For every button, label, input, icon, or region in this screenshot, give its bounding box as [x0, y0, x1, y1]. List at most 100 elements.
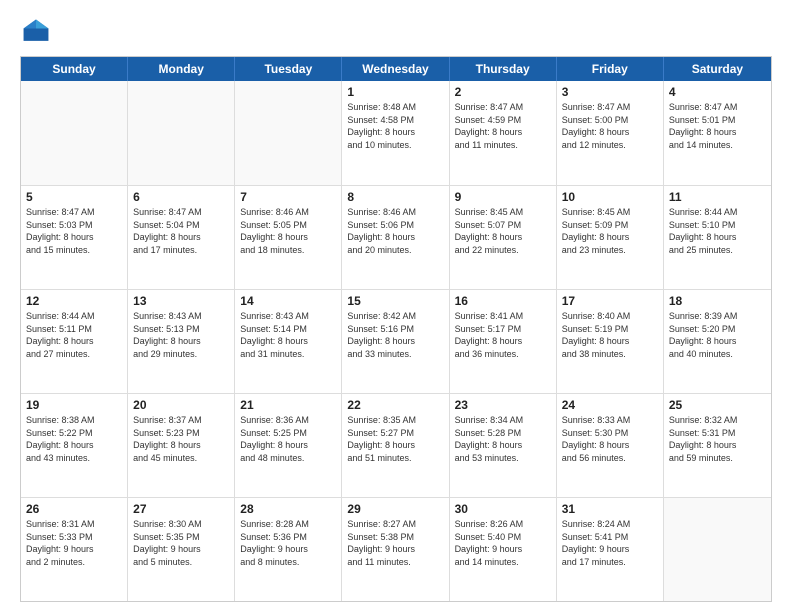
- day-cell-28: 28 Sunrise: 8:28 AM Sunset: 5:36 PM Dayli…: [235, 498, 342, 601]
- day-cell-3: 3 Sunrise: 8:47 AM Sunset: 5:00 PM Daylig…: [557, 81, 664, 185]
- day-number: 17: [562, 294, 658, 308]
- day-cell-10: 10 Sunrise: 8:45 AM Sunset: 5:09 PM Dayli…: [557, 186, 664, 289]
- day-info: Sunrise: 8:27 AM Sunset: 5:38 PM Dayligh…: [347, 518, 443, 568]
- day-info: Sunrise: 8:31 AM Sunset: 5:33 PM Dayligh…: [26, 518, 122, 568]
- calendar-row-2: 12Sunrise: 8:44 AM Sunset: 5:11 PM Dayli…: [21, 289, 771, 393]
- day-cell-6: 6 Sunrise: 8:47 AM Sunset: 5:04 PM Daylig…: [128, 186, 235, 289]
- day-number: 14: [240, 294, 336, 308]
- day-number: 9: [455, 190, 551, 204]
- calendar-row-4: 26 Sunrise: 8:31 AM Sunset: 5:33 PM Dayli…: [21, 497, 771, 601]
- header-day-tuesday: Tuesday: [235, 57, 342, 81]
- day-number: 23: [455, 398, 551, 412]
- day-cell-8: 8 Sunrise: 8:46 AM Sunset: 5:06 PM Daylig…: [342, 186, 449, 289]
- day-number: 6: [133, 190, 229, 204]
- day-cell-11: 11 Sunrise: 8:44 AM Sunset: 5:10 PM Dayli…: [664, 186, 771, 289]
- day-info: Sunrise: 8:32 AM Sunset: 5:31 PM Dayligh…: [669, 414, 766, 464]
- day-info: Sunrise: 8:45 AM Sunset: 5:07 PM Dayligh…: [455, 206, 551, 256]
- day-cell-7: 7 Sunrise: 8:46 AM Sunset: 5:05 PM Daylig…: [235, 186, 342, 289]
- header-day-friday: Friday: [557, 57, 664, 81]
- day-cell-12: 12Sunrise: 8:44 AM Sunset: 5:11 PM Dayli…: [21, 290, 128, 393]
- day-cell-5: 5 Sunrise: 8:47 AM Sunset: 5:03 PM Daylig…: [21, 186, 128, 289]
- day-number: 21: [240, 398, 336, 412]
- day-info: Sunrise: 8:47 AM Sunset: 4:59 PM Dayligh…: [455, 101, 551, 151]
- header-day-wednesday: Wednesday: [342, 57, 449, 81]
- day-info: Sunrise: 8:47 AM Sunset: 5:00 PM Dayligh…: [562, 101, 658, 151]
- day-cell-15: 15Sunrise: 8:42 AM Sunset: 5:16 PM Dayli…: [342, 290, 449, 393]
- day-number: 31: [562, 502, 658, 516]
- day-info: Sunrise: 8:30 AM Sunset: 5:35 PM Dayligh…: [133, 518, 229, 568]
- calendar-row-3: 19 Sunrise: 8:38 AM Sunset: 5:22 PM Dayli…: [21, 393, 771, 497]
- day-number: 30: [455, 502, 551, 516]
- day-cell-2: 2 Sunrise: 8:47 AM Sunset: 4:59 PM Daylig…: [450, 81, 557, 185]
- day-cell-13: 13Sunrise: 8:43 AM Sunset: 5:13 PM Dayli…: [128, 290, 235, 393]
- day-cell-4: 4 Sunrise: 8:47 AM Sunset: 5:01 PM Daylig…: [664, 81, 771, 185]
- logo-icon: [20, 16, 52, 48]
- day-number: 11: [669, 190, 766, 204]
- day-number: 1: [347, 85, 443, 99]
- day-number: 3: [562, 85, 658, 99]
- day-info: Sunrise: 8:39 AM Sunset: 5:20 PM Dayligh…: [669, 310, 766, 360]
- day-number: 28: [240, 502, 336, 516]
- day-cell-14: 14Sunrise: 8:43 AM Sunset: 5:14 PM Dayli…: [235, 290, 342, 393]
- day-cell-26: 26 Sunrise: 8:31 AM Sunset: 5:33 PM Dayli…: [21, 498, 128, 601]
- day-number: 20: [133, 398, 229, 412]
- day-info: Sunrise: 8:36 AM Sunset: 5:25 PM Dayligh…: [240, 414, 336, 464]
- page: SundayMondayTuesdayWednesdayThursdayFrid…: [0, 0, 792, 612]
- day-number: 16: [455, 294, 551, 308]
- logo: [20, 16, 56, 48]
- day-cell-19: 19 Sunrise: 8:38 AM Sunset: 5:22 PM Dayli…: [21, 394, 128, 497]
- day-number: 10: [562, 190, 658, 204]
- day-info: Sunrise: 8:48 AM Sunset: 4:58 PM Dayligh…: [347, 101, 443, 151]
- day-info: Sunrise: 8:47 AM Sunset: 5:01 PM Dayligh…: [669, 101, 766, 151]
- empty-cell-0-1: [128, 81, 235, 185]
- day-number: 24: [562, 398, 658, 412]
- day-info: Sunrise: 8:33 AM Sunset: 5:30 PM Dayligh…: [562, 414, 658, 464]
- day-cell-21: 21 Sunrise: 8:36 AM Sunset: 5:25 PM Dayli…: [235, 394, 342, 497]
- day-number: 27: [133, 502, 229, 516]
- day-cell-17: 17Sunrise: 8:40 AM Sunset: 5:19 PM Dayli…: [557, 290, 664, 393]
- day-number: 2: [455, 85, 551, 99]
- day-cell-18: 18 Sunrise: 8:39 AM Sunset: 5:20 PM Dayli…: [664, 290, 771, 393]
- day-info: Sunrise: 8:45 AM Sunset: 5:09 PM Dayligh…: [562, 206, 658, 256]
- day-info: Sunrise: 8:47 AM Sunset: 5:03 PM Dayligh…: [26, 206, 122, 256]
- day-info: Sunrise: 8:28 AM Sunset: 5:36 PM Dayligh…: [240, 518, 336, 568]
- day-cell-24: 24 Sunrise: 8:33 AM Sunset: 5:30 PM Dayli…: [557, 394, 664, 497]
- day-cell-31: 31 Sunrise: 8:24 AM Sunset: 5:41 PM Dayli…: [557, 498, 664, 601]
- day-info: Sunrise: 8:38 AM Sunset: 5:22 PM Dayligh…: [26, 414, 122, 464]
- day-info: Sunrise: 8:34 AM Sunset: 5:28 PM Dayligh…: [455, 414, 551, 464]
- day-info: Sunrise: 8:44 AM Sunset: 5:10 PM Dayligh…: [669, 206, 766, 256]
- day-number: 26: [26, 502, 122, 516]
- day-cell-20: 20 Sunrise: 8:37 AM Sunset: 5:23 PM Dayli…: [128, 394, 235, 497]
- day-cell-1: 1 Sunrise: 8:48 AM Sunset: 4:58 PM Daylig…: [342, 81, 449, 185]
- empty-cell-0-0: [21, 81, 128, 185]
- day-number: 7: [240, 190, 336, 204]
- header-day-saturday: Saturday: [664, 57, 771, 81]
- day-number: 22: [347, 398, 443, 412]
- day-info: Sunrise: 8:42 AM Sunset: 5:16 PM Dayligh…: [347, 310, 443, 360]
- day-cell-9: 9 Sunrise: 8:45 AM Sunset: 5:07 PM Daylig…: [450, 186, 557, 289]
- calendar: SundayMondayTuesdayWednesdayThursdayFrid…: [20, 56, 772, 602]
- day-info: Sunrise: 8:43 AM Sunset: 5:13 PM Dayligh…: [133, 310, 229, 360]
- day-number: 12: [26, 294, 122, 308]
- day-cell-29: 29 Sunrise: 8:27 AM Sunset: 5:38 PM Dayli…: [342, 498, 449, 601]
- day-cell-16: 16Sunrise: 8:41 AM Sunset: 5:17 PM Dayli…: [450, 290, 557, 393]
- day-number: 8: [347, 190, 443, 204]
- calendar-row-0: 1 Sunrise: 8:48 AM Sunset: 4:58 PM Daylig…: [21, 81, 771, 185]
- day-number: 29: [347, 502, 443, 516]
- day-info: Sunrise: 8:46 AM Sunset: 5:06 PM Dayligh…: [347, 206, 443, 256]
- day-cell-23: 23 Sunrise: 8:34 AM Sunset: 5:28 PM Dayli…: [450, 394, 557, 497]
- day-info: Sunrise: 8:37 AM Sunset: 5:23 PM Dayligh…: [133, 414, 229, 464]
- day-info: Sunrise: 8:46 AM Sunset: 5:05 PM Dayligh…: [240, 206, 336, 256]
- day-number: 5: [26, 190, 122, 204]
- day-number: 18: [669, 294, 766, 308]
- day-number: 4: [669, 85, 766, 99]
- day-info: Sunrise: 8:24 AM Sunset: 5:41 PM Dayligh…: [562, 518, 658, 568]
- empty-cell-0-2: [235, 81, 342, 185]
- day-info: Sunrise: 8:47 AM Sunset: 5:04 PM Dayligh…: [133, 206, 229, 256]
- day-number: 19: [26, 398, 122, 412]
- day-cell-22: 22Sunrise: 8:35 AM Sunset: 5:27 PM Dayli…: [342, 394, 449, 497]
- empty-cell-4-6: [664, 498, 771, 601]
- day-cell-30: 30Sunrise: 8:26 AM Sunset: 5:40 PM Dayli…: [450, 498, 557, 601]
- calendar-header: SundayMondayTuesdayWednesdayThursdayFrid…: [21, 57, 771, 81]
- day-cell-25: 25Sunrise: 8:32 AM Sunset: 5:31 PM Dayli…: [664, 394, 771, 497]
